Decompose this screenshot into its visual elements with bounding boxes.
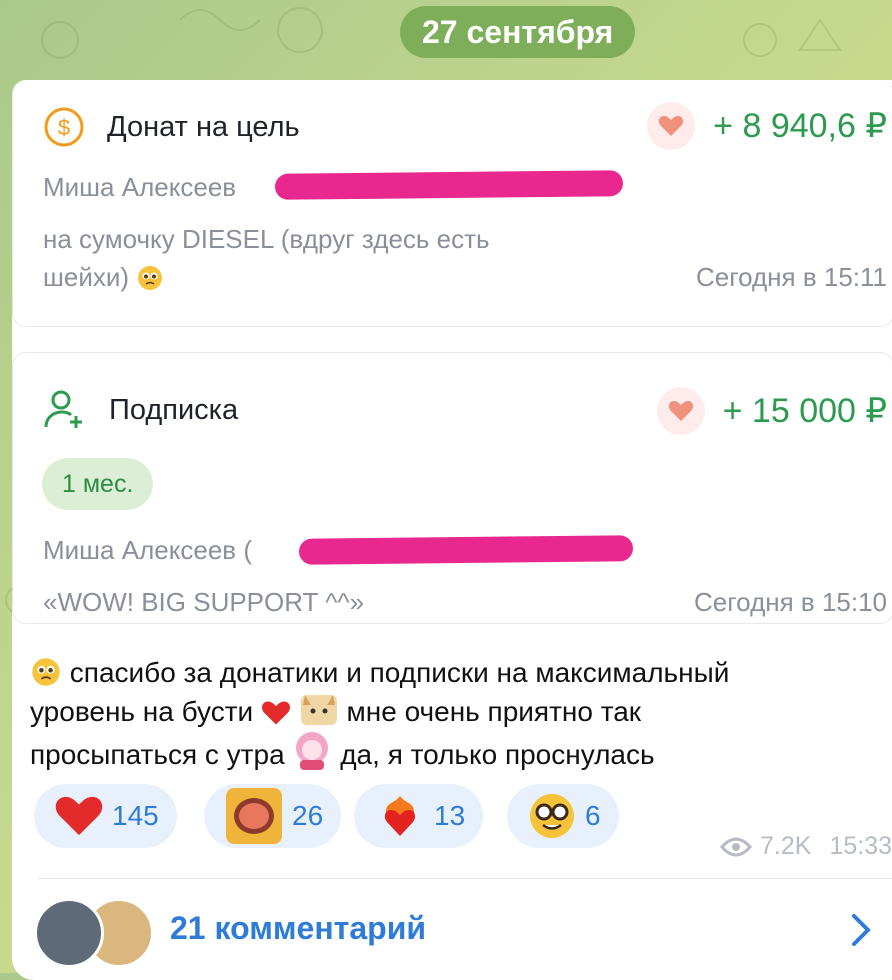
date-separator: 27 сентября — [400, 6, 636, 58]
subscription-time: Сегодня в 15:10 — [694, 587, 887, 617]
comments-link[interactable]: 21 комментарий — [170, 910, 426, 947]
subscription-note: «WOW! BIG SUPPORT ^^» — [43, 587, 365, 617]
redaction-mark — [274, 170, 624, 200]
reaction-count: 26 — [292, 800, 324, 831]
red-heart-icon — [55, 796, 103, 836]
message-time: 15:33 — [829, 832, 892, 860]
coin-icon: $ — [44, 107, 84, 147]
cat-emoji-icon — [300, 695, 337, 725]
reaction-count: 6 — [585, 800, 601, 831]
donation-title: Донат на цель — [107, 110, 300, 143]
subscription-title: Подписка — [109, 393, 239, 426]
donation-note-line2: шейхи) — [43, 262, 164, 293]
pleading-face-icon — [138, 266, 163, 290]
message-meta: 7.2K 15:33 — [720, 832, 892, 861]
divider — [38, 878, 892, 879]
message-line-3a: просыпаться с утра — [30, 739, 285, 770]
pleading-face-icon — [32, 658, 60, 686]
donation-amount: + 8 940,6 ₽ — [713, 107, 887, 145]
reaction-heart[interactable]: 145 — [34, 784, 177, 848]
subscription-sender: Миша Алексеев ( — [43, 535, 252, 565]
chevron-right-icon[interactable] — [850, 910, 872, 950]
message-line-3b: да, я только проснулась — [340, 739, 655, 770]
message-text: спасибо за донатики и подписки на максим… — [30, 655, 870, 773]
reaction-sticker[interactable]: 26 — [204, 784, 342, 848]
svg-text:$: $ — [58, 115, 70, 140]
heart-badge — [647, 102, 696, 150]
donation-card[interactable]: $ Донат на цель + 8 940,6 ₽ Миша Алексее… — [12, 80, 892, 327]
subscription-period-badge: 1 мес. — [42, 458, 154, 510]
heart-icon — [659, 116, 684, 136]
donation-note-line1: на сумочку DIESEL (вдруг здесь есть — [43, 224, 490, 254]
donation-time: Сегодня в 15:11 — [695, 262, 887, 292]
heart-badge — [656, 387, 705, 435]
red-heart-icon — [261, 701, 290, 725]
reaction-count: 13 — [434, 800, 466, 831]
reaction-heart-on-fire[interactable]: 13 — [354, 784, 484, 848]
views-count: 7.2K — [760, 832, 812, 860]
message-line-2b: мне очень приятно так — [346, 696, 642, 727]
message-line-2a: уровень на бусти — [30, 696, 254, 727]
add-user-icon — [44, 390, 82, 428]
heart-on-fire-icon — [384, 796, 416, 836]
sticker-icon — [226, 788, 282, 844]
commenter-avatar-man — [34, 898, 104, 968]
eye-icon — [720, 837, 752, 856]
redaction-mark — [298, 535, 634, 565]
nerd-face-icon — [530, 794, 574, 838]
reaction-count: 145 — [112, 800, 159, 831]
reaction-nerd[interactable]: 6 — [507, 784, 619, 848]
donation-sender: Миша Алексеев — [43, 172, 237, 202]
message-line-1: спасибо за донатики и подписки на максим… — [69, 657, 730, 688]
subscription-amount: + 15 000 ₽ — [722, 392, 887, 430]
anime-girl-emoji-icon — [296, 732, 329, 770]
heart-icon — [668, 401, 693, 421]
